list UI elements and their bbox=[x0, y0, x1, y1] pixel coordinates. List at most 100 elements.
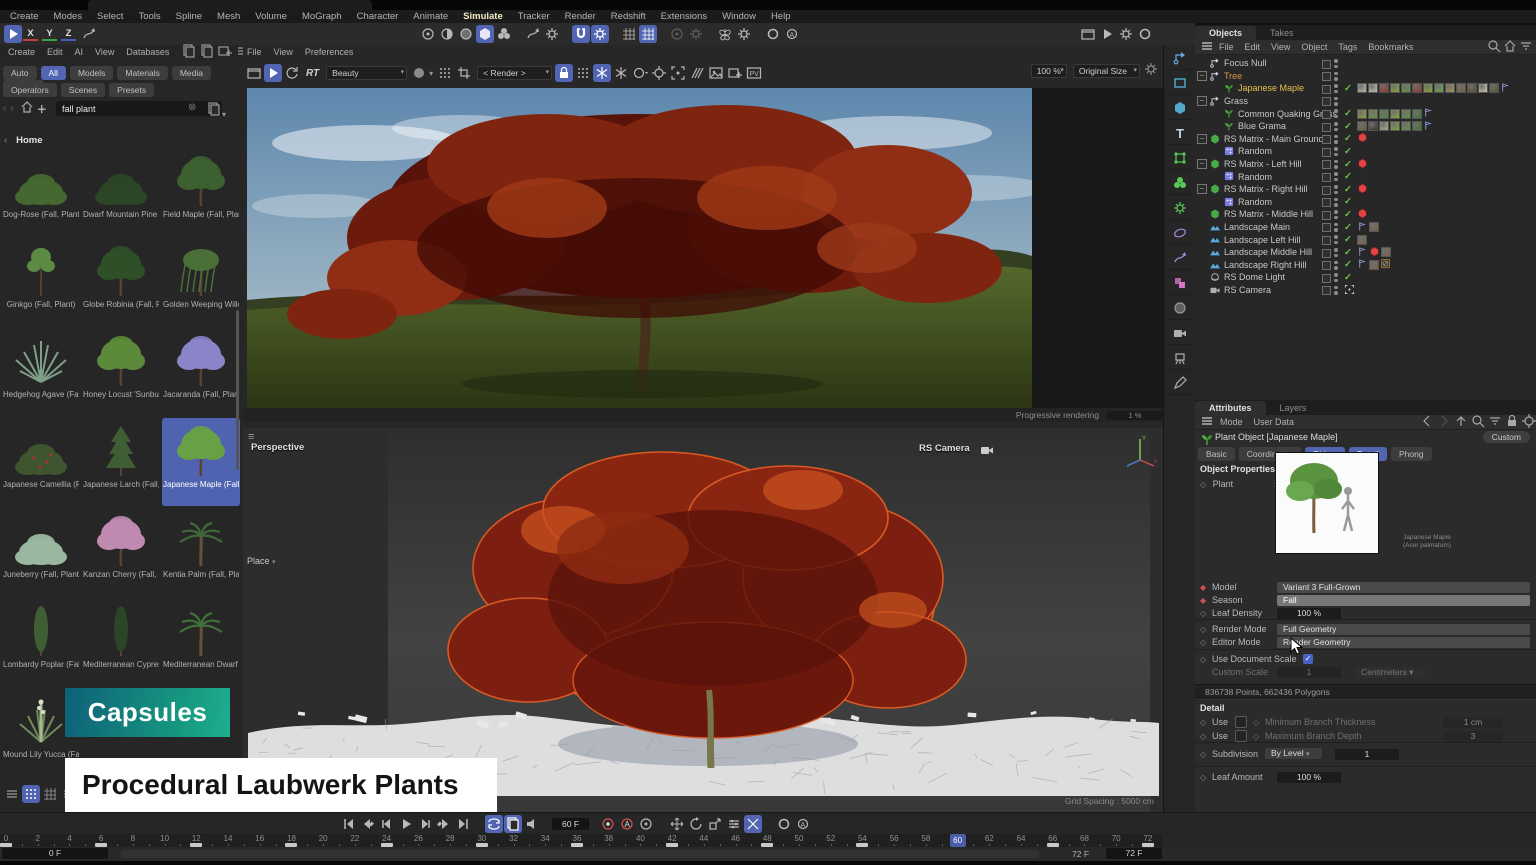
record-auto-icon[interactable]: A bbox=[618, 815, 636, 833]
attr-hamburger-icon[interactable] bbox=[1199, 413, 1215, 432]
rgb-dropdown-icon[interactable]: ▾ bbox=[429, 69, 433, 78]
attr-tab-layers[interactable]: Layers bbox=[1266, 401, 1321, 415]
hierarchy-icon[interactable] bbox=[524, 25, 542, 43]
beauty-dropdown[interactable]: Beauty bbox=[326, 66, 407, 80]
forward-icon[interactable]: › bbox=[10, 103, 13, 114]
tracer-icon[interactable] bbox=[1168, 247, 1192, 270]
solo-a-icon[interactable]: A bbox=[794, 815, 812, 833]
menu-character[interactable]: Character bbox=[357, 11, 399, 22]
asset-plant-card[interactable]: Japanese Maple (Fall, ... bbox=[162, 418, 240, 506]
object-row[interactable]: Random✓ bbox=[1195, 145, 1536, 158]
section-tab-phong[interactable]: Phong bbox=[1391, 447, 1432, 461]
visibility-dots[interactable] bbox=[1334, 185, 1338, 196]
object-row[interactable]: Landscape Left Hill✓ bbox=[1195, 233, 1536, 246]
object-row[interactable]: Landscape Main✓ bbox=[1195, 221, 1536, 234]
snowflake-icon[interactable] bbox=[612, 64, 630, 82]
grid-snap-icon[interactable] bbox=[639, 25, 657, 43]
visibility-dots[interactable] bbox=[1334, 172, 1338, 183]
circle-select-icon[interactable] bbox=[631, 64, 649, 82]
grid-view-icon[interactable] bbox=[22, 785, 40, 803]
material-swatch[interactable] bbox=[1390, 121, 1400, 131]
camera-icon[interactable] bbox=[1168, 322, 1192, 345]
visibility-dots[interactable] bbox=[1334, 122, 1338, 133]
key-move-icon[interactable] bbox=[668, 815, 686, 833]
plane-icon[interactable] bbox=[1168, 72, 1192, 95]
home-icon[interactable] bbox=[19, 99, 35, 118]
home-icon[interactable] bbox=[1502, 38, 1518, 57]
mograph-cloner-icon[interactable] bbox=[1168, 272, 1192, 295]
object-row[interactable]: Japanese Maple✓ bbox=[1195, 82, 1536, 95]
cloth-sphere-icon[interactable] bbox=[457, 25, 475, 43]
plant-preview-thumbnail[interactable]: Japanese Maple (Acer palmatum) bbox=[1275, 452, 1379, 554]
material-swatch[interactable] bbox=[1390, 83, 1400, 93]
material-swatch[interactable] bbox=[1357, 121, 1367, 131]
null-object-icon[interactable] bbox=[1168, 47, 1192, 70]
current-frame-field[interactable]: 60 F bbox=[552, 818, 589, 830]
asset-menu-edit[interactable]: Edit bbox=[47, 47, 63, 57]
object-row[interactable]: –Tree bbox=[1195, 70, 1536, 83]
render-film-icon[interactable] bbox=[245, 64, 263, 82]
place-tool-label[interactable]: Place ▾ bbox=[247, 556, 276, 566]
param-dropdown[interactable]: Full Geometry bbox=[1277, 624, 1530, 635]
layer-square-icon[interactable] bbox=[1322, 186, 1331, 195]
asset-menu-databases[interactable]: Databases bbox=[126, 47, 169, 57]
section-tab-basic[interactable]: Basic bbox=[1198, 447, 1235, 461]
up-icon[interactable] bbox=[1453, 413, 1469, 432]
disabled-tag-icon[interactable] bbox=[1380, 258, 1391, 271]
leaf-amount-field[interactable]: 100 % bbox=[1277, 772, 1341, 783]
render-target-dropdown[interactable]: < Render > bbox=[477, 66, 552, 80]
menu-simulate[interactable]: Simulate bbox=[463, 11, 503, 22]
object-row[interactable]: –RS Matrix - Right Hill✓ bbox=[1195, 183, 1536, 196]
layer-square-icon[interactable] bbox=[1322, 211, 1331, 220]
layer-square-icon[interactable] bbox=[1322, 223, 1331, 232]
layer-square-icon[interactable] bbox=[1322, 148, 1331, 157]
attr-menu-user-data[interactable]: User Data bbox=[1254, 417, 1295, 427]
menu-volume[interactable]: Volume bbox=[255, 11, 287, 22]
prev-frame-icon[interactable] bbox=[378, 815, 396, 833]
menu-mesh[interactable]: Mesh bbox=[217, 11, 240, 22]
material-swatch[interactable] bbox=[1434, 83, 1444, 93]
object-row[interactable]: Focus Null bbox=[1195, 57, 1536, 70]
enabled-check-icon[interactable]: ✓ bbox=[1344, 259, 1352, 270]
clear-search-icon[interactable]: ⊗ bbox=[188, 102, 196, 113]
display-flag-icon[interactable] bbox=[1500, 82, 1511, 95]
perspective-viewport[interactable]: ≡ Perspective RS Camera Place ▾ Y x Grid… bbox=[243, 428, 1163, 812]
sound-icon[interactable] bbox=[523, 815, 541, 833]
key-params-icon[interactable] bbox=[725, 815, 743, 833]
object-row[interactable]: –Grass bbox=[1195, 95, 1536, 108]
render-play-icon[interactable] bbox=[264, 64, 282, 82]
render-menu-preferences[interactable]: Preferences bbox=[305, 47, 354, 57]
asset-menu-create[interactable]: Create bbox=[8, 47, 35, 57]
viewport-label[interactable]: Perspective bbox=[251, 442, 304, 453]
visibility-dots[interactable] bbox=[1334, 109, 1338, 120]
category-tab-scenes[interactable]: Scenes bbox=[61, 83, 105, 97]
axis-x-button[interactable]: X bbox=[23, 28, 38, 41]
om-menu-bookmarks[interactable]: Bookmarks bbox=[1368, 42, 1413, 52]
redshift-tag-icon[interactable] bbox=[1357, 132, 1368, 145]
visibility-dots[interactable] bbox=[1334, 273, 1338, 284]
material-swatch[interactable] bbox=[1445, 83, 1455, 93]
filter-tab-materials[interactable]: Materials bbox=[117, 66, 167, 80]
timeline-scrollbar[interactable] bbox=[120, 850, 1040, 858]
menu-mograph[interactable]: MoGraph bbox=[302, 11, 342, 22]
layer-square-icon[interactable] bbox=[1322, 261, 1331, 270]
record-position-icon[interactable] bbox=[599, 815, 617, 833]
axis-gizmo[interactable]: Y x bbox=[1121, 434, 1159, 472]
expander-icon[interactable]: – bbox=[1197, 184, 1207, 194]
object-row[interactable]: Common Quaking Grass✓ bbox=[1195, 107, 1536, 120]
filter-icon[interactable] bbox=[1518, 38, 1534, 57]
menu-spline[interactable]: Spline bbox=[176, 11, 202, 22]
play-icon[interactable] bbox=[397, 815, 415, 833]
grid-icon[interactable] bbox=[620, 25, 638, 43]
visibility-dots[interactable] bbox=[1334, 160, 1338, 171]
asset-scrollbar[interactable] bbox=[236, 310, 239, 470]
menu-help[interactable]: Help bbox=[771, 11, 791, 22]
filter-icon[interactable] bbox=[1487, 413, 1503, 432]
param-field[interactable]: 100 % bbox=[1277, 608, 1341, 619]
asset-plant-card[interactable]: Ginkgo (Fall, Plant) bbox=[2, 238, 80, 326]
hierarchy-gear-icon[interactable] bbox=[543, 25, 561, 43]
visibility-dots[interactable] bbox=[1334, 198, 1338, 209]
object-row[interactable]: RS Dome Light✓ bbox=[1195, 271, 1536, 284]
enabled-check-icon[interactable]: ✓ bbox=[1344, 222, 1352, 233]
render-settings-icon[interactable] bbox=[1117, 25, 1135, 43]
